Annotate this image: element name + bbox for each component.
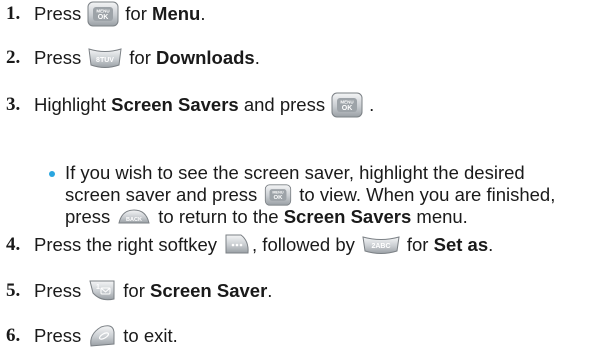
step-number: 4. bbox=[6, 234, 21, 255]
screen-saver-term: Screen Saver bbox=[150, 280, 268, 301]
bullet-line-2: screen saver and press MENU OK to view. … bbox=[65, 184, 555, 206]
downloads-term: Downloads bbox=[156, 47, 255, 68]
step-text: and press bbox=[243, 94, 326, 115]
right-softkey-icon bbox=[225, 234, 249, 254]
step-punctuation: . bbox=[267, 280, 273, 301]
bullet-text: menu. bbox=[416, 206, 468, 227]
step-punctuation: . bbox=[254, 47, 260, 68]
bullet-text: to return to the bbox=[158, 206, 279, 227]
2abc-key-icon: 2ABC bbox=[362, 236, 400, 254]
step-text: for bbox=[123, 280, 145, 301]
svg-text:BACK: BACK bbox=[126, 217, 142, 223]
step-punctuation: . bbox=[488, 234, 494, 255]
end-key-icon bbox=[90, 325, 115, 347]
step-text: Press bbox=[34, 280, 82, 301]
svg-text:2ABC: 2ABC bbox=[371, 243, 390, 250]
step-3: 3. Highlight Screen Savers and press MEN… bbox=[6, 92, 374, 118]
step-text: Press bbox=[34, 325, 82, 346]
screen-savers-term: Screen Savers bbox=[283, 206, 412, 227]
step-punctuation: . bbox=[369, 94, 375, 115]
step-1: 1. Press MENU OK for Menu . bbox=[6, 1, 205, 27]
bullet-text: to view. When you are finished, bbox=[299, 184, 556, 205]
svg-text:MENU: MENU bbox=[340, 100, 353, 105]
svg-text:MENU: MENU bbox=[97, 9, 110, 14]
step-text: to exit. bbox=[123, 325, 178, 346]
step-number: 6. bbox=[6, 325, 21, 346]
step-6: 6. Press to exit. bbox=[6, 324, 178, 348]
step-4: 4. Press the right softkey , followed by… bbox=[6, 233, 493, 257]
menu-ok-key-icon: MENU OK bbox=[265, 184, 292, 206]
step-text: Highlight bbox=[34, 94, 106, 115]
step-text: for bbox=[406, 234, 429, 255]
step-2: 2. Press 8TUV for Downloads . bbox=[6, 46, 260, 70]
bullet-line-1: If you wish to see the screen saver, hig… bbox=[65, 162, 555, 184]
step-text: Press bbox=[34, 47, 82, 68]
svg-text:OK: OK bbox=[98, 14, 109, 21]
step-text: Press bbox=[34, 3, 82, 24]
step-number: 5. bbox=[6, 280, 21, 301]
step-number: 3. bbox=[6, 94, 21, 115]
svg-text:OK: OK bbox=[342, 105, 353, 112]
back-key-icon: BACK bbox=[118, 209, 150, 224]
step-number: 2. bbox=[6, 47, 21, 68]
bullet-line-3: press BACK to return to the Screen Saver… bbox=[65, 206, 555, 228]
bullet-text: press bbox=[65, 206, 111, 227]
menu-ok-key-icon: MENU OK bbox=[87, 1, 119, 27]
8tuv-key-icon: 8TUV bbox=[88, 48, 122, 68]
step-5: 5. Press 1 for Screen Saver . bbox=[6, 279, 272, 303]
bullet-text: If you wish to see the screen saver, hig… bbox=[65, 162, 525, 183]
step-text: for bbox=[129, 47, 151, 68]
menu-term: Menu bbox=[152, 3, 201, 24]
set-as-term: Set as bbox=[433, 234, 489, 255]
step-text: for bbox=[125, 3, 147, 24]
svg-text:1: 1 bbox=[96, 284, 100, 291]
bullet-dot bbox=[49, 171, 55, 177]
instructions-page: 1. Press MENU OK for Menu . 2. Press 8TU… bbox=[0, 0, 599, 348]
menu-ok-key-icon: MENU OK bbox=[331, 92, 363, 118]
svg-text:8TUV: 8TUV bbox=[96, 57, 114, 64]
step-text: Press the right softkey bbox=[34, 234, 218, 255]
step-number: 1. bbox=[6, 3, 21, 24]
step-punctuation: . bbox=[200, 3, 206, 24]
svg-text:OK: OK bbox=[274, 195, 284, 201]
svg-text:MENU: MENU bbox=[273, 191, 284, 195]
screen-savers-term: Screen Savers bbox=[111, 94, 239, 115]
step-text: , followed by bbox=[252, 234, 355, 255]
bullet-text: screen saver and press bbox=[65, 184, 258, 205]
1-voicemail-key-icon: 1 bbox=[89, 280, 115, 301]
